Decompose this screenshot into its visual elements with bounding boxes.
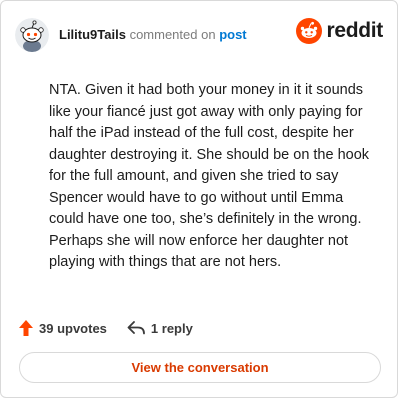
snoo-avatar-icon [15, 18, 49, 52]
comment-header: Lilitu9Tails commented on post reddit [15, 15, 383, 55]
reddit-brand[interactable]: reddit [296, 18, 383, 44]
post-link[interactable]: post [219, 27, 246, 42]
reply-count-label: 1 reply [150, 320, 193, 336]
username-link[interactable]: Lilitu9Tails [59, 27, 126, 42]
reddit-logo-icon [296, 18, 323, 44]
comment-card: Lilitu9Tails commented on post reddit NT… [0, 0, 398, 398]
comment-body: NTA. Given it had both your money in it … [49, 82, 370, 270]
reply-arrow-icon [127, 321, 145, 335]
comment-stats: 39 upvotes 1 reply [19, 316, 193, 340]
reddit-wordmark: reddit [326, 19, 383, 42]
upvote-arrow-icon [19, 320, 33, 336]
comment-byline: Lilitu9Tails commented on post [59, 27, 247, 43]
upvote-count[interactable]: 39 upvotes [19, 320, 107, 336]
view-conversation-button[interactable]: View the conversation [19, 352, 381, 383]
byline-action-text: commented on [129, 27, 216, 42]
upvote-count-label: 39 upvotes [39, 320, 107, 336]
reply-count[interactable]: 1 reply [127, 321, 193, 336]
user-avatar[interactable] [15, 18, 49, 52]
